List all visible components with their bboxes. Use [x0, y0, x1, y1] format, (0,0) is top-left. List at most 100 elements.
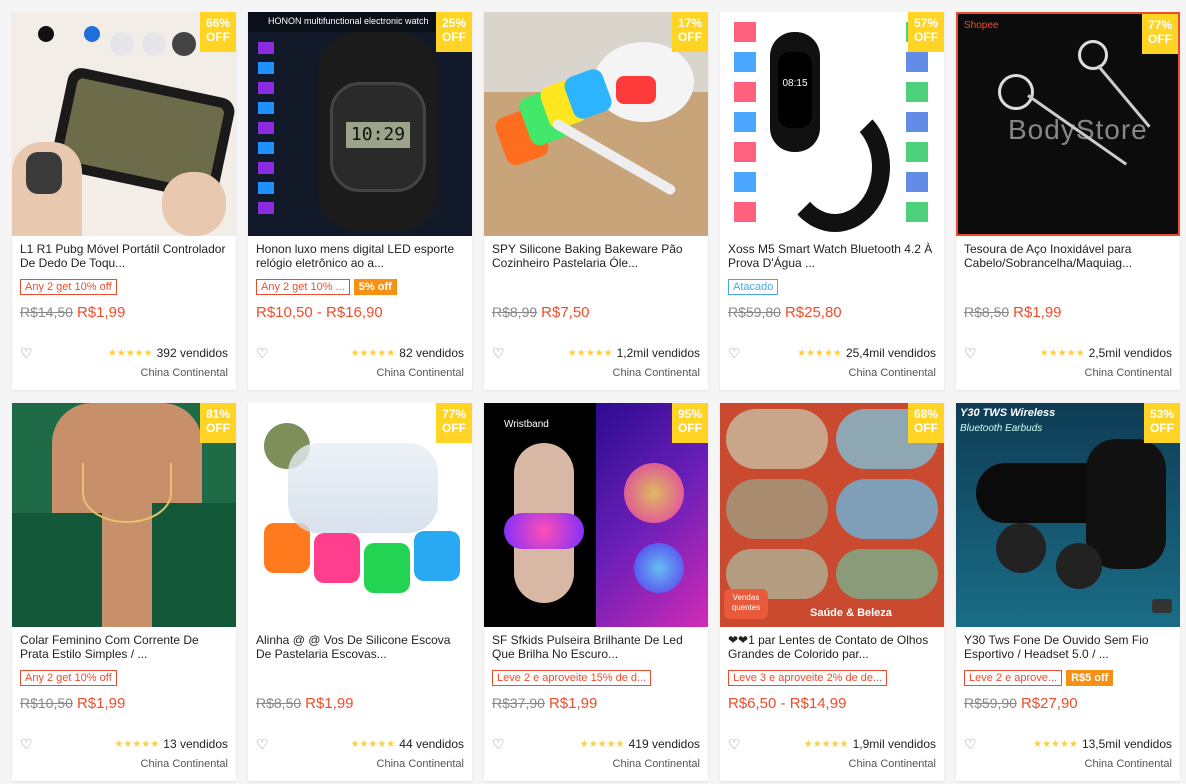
sold-count: 13,5mil vendidos	[1081, 737, 1172, 751]
product-image[interactable]: HONON multifunctional electronic watch 1…	[248, 12, 472, 236]
product-card[interactable]: 81% OFF Colar Feminino Com Corrente De Pr…	[12, 403, 236, 781]
heart-icon[interactable]: ♡	[964, 737, 978, 751]
product-card[interactable]: Wristband 95% OFF SF Sfkids Pulseira Bril…	[484, 403, 708, 781]
image-label: Wristband	[504, 419, 549, 430]
sold-count: 25,4mil vendidos	[845, 346, 936, 360]
heart-icon[interactable]: ♡	[256, 346, 270, 360]
heart-icon[interactable]: ♡	[256, 737, 270, 751]
promo-tag: Leve 3 e aproveite 2% de de...	[728, 670, 888, 686]
product-image[interactable]: 17% OFF	[484, 12, 708, 236]
heart-icon[interactable]: ♡	[728, 737, 742, 751]
discount-badge: 68% OFF	[908, 403, 944, 443]
discount-badge: 77% OFF	[1142, 14, 1178, 54]
location: China Continental	[612, 367, 700, 379]
location: China Continental	[376, 758, 464, 770]
promo-tag: Any 2 get 10% off	[20, 279, 117, 295]
product-title[interactable]: L1 R1 Pubg Móvel Portátil Controlador De…	[20, 242, 228, 270]
location: China Continental	[612, 758, 700, 770]
discount-badge: 77% OFF	[436, 403, 472, 443]
product-card[interactable]: 77% OFF Alinha @ @ Vos De Silicone Escova…	[248, 403, 472, 781]
product-title[interactable]: SPY Silicone Baking Bakeware Pão Cozinhe…	[492, 242, 700, 270]
discount-badge: 81% OFF	[200, 403, 236, 443]
product-image[interactable]: 77% OFF	[248, 403, 472, 627]
sold-count: 44 vendidos	[399, 737, 464, 751]
product-card[interactable]: 66% OFF L1 R1 Pubg Móvel Portátil Control…	[12, 12, 236, 390]
original-price: R$10,50	[20, 695, 73, 711]
discount-badge: 25% OFF	[436, 12, 472, 52]
location: China Continental	[376, 367, 464, 379]
original-price: R$37,90	[492, 695, 545, 711]
heart-icon[interactable]: ♡	[20, 346, 34, 360]
rating-stars: ★★★★★	[579, 738, 625, 750]
discount-badge: 95% OFF	[672, 403, 708, 443]
image-title: Y30 TWS Wireless	[960, 407, 1056, 419]
sale-price: R$7,50	[541, 304, 590, 321]
sold-count: 82 vendidos	[399, 346, 464, 360]
product-image[interactable]: Y30 TWS Wireless Bluetooth Earbuds 53% OF…	[956, 403, 1180, 627]
product-title[interactable]: Alinha @ @ Vos De Silicone Escova De Pas…	[256, 633, 464, 661]
rating-stars: ★★★★★	[797, 347, 842, 359]
promo-tag: Leve 2 e aprove...	[964, 670, 1063, 686]
product-title[interactable]: ❤❤1 par Lentes de Contato de Olhos Grand…	[728, 633, 936, 661]
sale-price: R$1,99	[305, 695, 354, 712]
promo-tag: Any 2 get 10% ...	[256, 279, 350, 295]
discount-badge: 57% OFF	[908, 12, 944, 52]
product-title[interactable]: Tesoura de Aço Inoxidável para Cabelo/So…	[964, 242, 1172, 270]
sale-price: R$6,50 - R$14,99	[728, 695, 847, 712]
product-card[interactable]: Y30 TWS Wireless Bluetooth Earbuds 53% OF…	[956, 403, 1180, 781]
location: China Continental	[1084, 367, 1172, 379]
product-image[interactable]: Wristband 95% OFF	[484, 403, 708, 627]
sale-price: R$1,99	[76, 695, 126, 712]
image-banner: Saúde & Beleza	[810, 607, 892, 619]
product-card[interactable]: Shopee BodyStore 77%OFF Tesoura de Aço I…	[956, 12, 1180, 390]
image-subtitle: Bluetooth Earbuds	[960, 423, 1043, 434]
original-price: R$8,50	[256, 695, 302, 711]
product-grid: 66% OFF L1 R1 Pubg Móvel Portátil Control…	[0, 0, 1186, 784]
heart-icon[interactable]: ♡	[964, 346, 978, 360]
product-card[interactable]: HONON multifunctional electronic watch 1…	[248, 12, 472, 390]
sold-count: 1,2mil vendidos	[616, 346, 700, 360]
image-tag: Vendas quentes	[724, 589, 768, 619]
discount-badge: 17% OFF	[672, 12, 708, 52]
sale-price: R$27,90	[1020, 695, 1078, 712]
rating-stars: ★★★★★	[114, 738, 160, 750]
product-card[interactable]: Vendas quentes Saúde & Beleza 68% OFF ❤❤1…	[720, 403, 944, 781]
location: China Continental	[848, 367, 936, 379]
discount-badge: 53% OFF	[1144, 403, 1180, 443]
product-card[interactable]: 17% OFF SPY Silicone Baking Bakeware Pão …	[484, 12, 708, 390]
product-image[interactable]: Vendas quentes Saúde & Beleza 68% OFF	[720, 403, 944, 627]
product-image[interactable]: 66% OFF	[12, 12, 236, 236]
rating-stars: ★★★★★	[350, 738, 396, 750]
product-title[interactable]: Y30 Tws Fone De Ouvido Sem Fio Esportivo…	[964, 633, 1172, 661]
sold-count: 392 vendidos	[156, 346, 228, 360]
discount-badge: 66% OFF	[200, 12, 236, 52]
heart-icon[interactable]: ♡	[20, 737, 34, 751]
product-title[interactable]: Xoss M5 Smart Watch Bluetooth 4.2 À Prov…	[728, 242, 936, 270]
heart-icon[interactable]: ♡	[492, 737, 506, 751]
product-image[interactable]: Shopee BodyStore 77%OFF	[956, 12, 1180, 236]
original-price: R$14,50	[20, 304, 73, 320]
original-price: R$59,80	[728, 304, 781, 320]
original-price: R$8,50	[964, 304, 1010, 320]
rating-stars: ★★★★★	[107, 347, 153, 359]
sale-price: R$1,99	[76, 304, 126, 321]
product-image[interactable]: 81% OFF	[12, 403, 236, 627]
original-price: R$59,90	[964, 695, 1017, 711]
product-title[interactable]: Honon luxo mens digital LED esporte reló…	[256, 242, 464, 270]
promo-tag: Leve 2 e aproveite 15% de d...	[492, 670, 652, 686]
sale-price: R$1,99	[548, 695, 598, 712]
discount-tag: 5% off	[353, 279, 397, 295]
heart-icon[interactable]: ♡	[728, 346, 742, 360]
product-title[interactable]: Colar Feminino Com Corrente De Prata Est…	[20, 633, 228, 661]
heart-icon[interactable]: ♡	[492, 346, 506, 360]
rating-stars: ★★★★★	[567, 347, 613, 359]
sold-count: 1,9mil vendidos	[852, 737, 936, 751]
wholesale-tag: Atacado	[728, 279, 779, 295]
sold-count: 13 vendidos	[163, 737, 228, 751]
rating-stars: ★★★★★	[803, 738, 849, 750]
product-card[interactable]: 08:15 57% OFF Xoss M5 Smart Watch Bluetoo…	[720, 12, 944, 390]
rating-stars: ★★★★★	[350, 347, 396, 359]
product-title[interactable]: SF Sfkids Pulseira Brilhante De Led Que …	[492, 633, 700, 661]
product-image[interactable]: 08:15 57% OFF	[720, 12, 944, 236]
sale-price: R$25,80	[784, 304, 842, 321]
